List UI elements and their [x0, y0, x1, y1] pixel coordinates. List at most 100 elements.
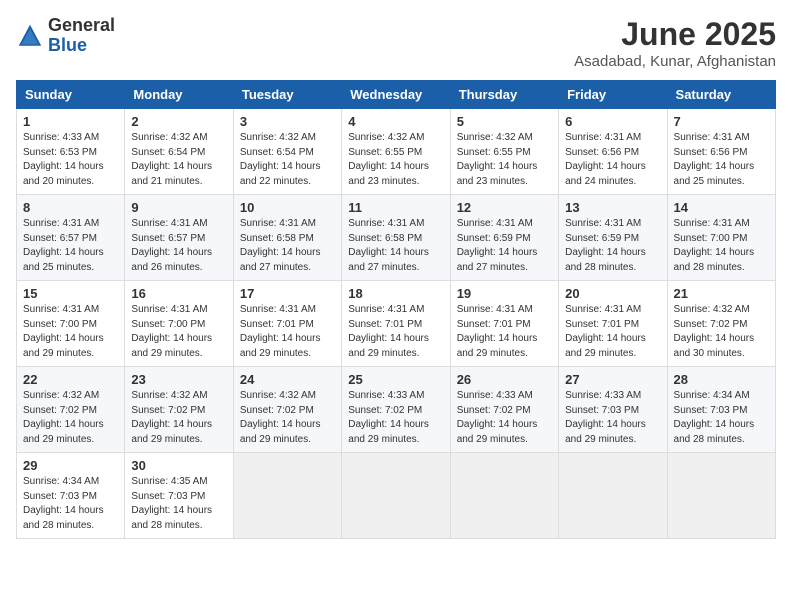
calendar-cell: 20Sunrise: 4:31 AMSunset: 7:01 PMDayligh…: [559, 281, 667, 367]
day-number: 21: [674, 286, 769, 301]
day-info: Sunrise: 4:33 AMSunset: 6:53 PMDaylight:…: [23, 131, 118, 189]
calendar-header-row: SundayMondayTuesdayWednesdayThursdayFrid…: [17, 81, 776, 109]
day-number: 8: [23, 200, 118, 215]
calendar-cell: 10 Sunrise: 4:31 AMSunset: 6:58 PMDayligh…: [233, 195, 341, 281]
calendar-cell: 24Sunrise: 4:32 AMSunset: 7:02 PMDayligh…: [233, 367, 341, 453]
calendar-table: SundayMondayTuesdayWednesdayThursdayFrid…: [16, 80, 776, 539]
calendar-cell: 4 Sunrise: 4:32 AMSunset: 6:55 PMDaylight…: [342, 109, 450, 195]
day-number: 18: [348, 286, 443, 301]
day-info: Sunrise: 4:31 AMSunset: 6:59 PMDaylight:…: [565, 217, 660, 275]
calendar-cell: 23 Sunrise: 4:32 AMSunset: 7:02 PMDayligh…: [125, 367, 233, 453]
calendar-cell: 14 Sunrise: 4:31 AMSunset: 7:00 PMDayligh…: [667, 195, 775, 281]
day-number: 23: [131, 372, 226, 387]
logo-icon: [16, 22, 44, 50]
day-info: Sunrise: 4:31 AMSunset: 6:56 PMDaylight:…: [565, 131, 660, 189]
calendar-cell: 13 Sunrise: 4:31 AMSunset: 6:59 PMDayligh…: [559, 195, 667, 281]
day-number: 3: [240, 114, 335, 129]
day-number: 27: [565, 372, 660, 387]
day-info: Sunrise: 4:31 AMSunset: 7:00 PMDaylight:…: [674, 217, 769, 275]
day-info: Sunrise: 4:31 AMSunset: 6:57 PMDaylight:…: [131, 217, 226, 275]
day-info: Sunrise: 4:34 AMSunset: 7:03 PMDaylight:…: [674, 389, 769, 447]
day-info: Sunrise: 4:31 AMSunset: 7:01 PMDaylight:…: [565, 303, 660, 361]
header-wednesday: Wednesday: [342, 81, 450, 109]
calendar-week-row: 8 Sunrise: 4:31 AMSunset: 6:57 PMDaylight…: [17, 195, 776, 281]
calendar-cell: 6 Sunrise: 4:31 AMSunset: 6:56 PMDaylight…: [559, 109, 667, 195]
day-info: Sunrise: 4:32 AMSunset: 7:02 PMDaylight:…: [674, 303, 769, 361]
day-number: 15: [23, 286, 118, 301]
day-number: 29: [23, 458, 118, 473]
day-number: 14: [674, 200, 769, 215]
page-header: General Blue June 2025 Asadabad, Kunar, …: [16, 16, 776, 70]
day-info: Sunrise: 4:31 AMSunset: 7:00 PMDaylight:…: [131, 303, 226, 361]
day-info: Sunrise: 4:31 AMSunset: 6:58 PMDaylight:…: [348, 217, 443, 275]
day-info: Sunrise: 4:31 AMSunset: 6:58 PMDaylight:…: [240, 217, 335, 275]
calendar-cell: 3 Sunrise: 4:32 AMSunset: 6:54 PMDaylight…: [233, 109, 341, 195]
day-number: 28: [674, 372, 769, 387]
day-number: 5: [457, 114, 552, 129]
title-block: June 2025 Asadabad, Kunar, Afghanistan: [574, 16, 776, 70]
calendar-cell: 2 Sunrise: 4:32 AMSunset: 6:54 PMDaylight…: [125, 109, 233, 195]
day-number: 10: [240, 200, 335, 215]
day-number: 26: [457, 372, 552, 387]
day-info: Sunrise: 4:32 AMSunset: 7:02 PMDaylight:…: [131, 389, 226, 447]
day-info: Sunrise: 4:33 AMSunset: 7:03 PMDaylight:…: [565, 389, 660, 447]
day-number: 6: [565, 114, 660, 129]
calendar-cell: 30 Sunrise: 4:35 AMSunset: 7:03 PMDayligh…: [125, 453, 233, 539]
day-number: 30: [131, 458, 226, 473]
calendar-cell: 27 Sunrise: 4:33 AMSunset: 7:03 PMDayligh…: [559, 367, 667, 453]
day-info: Sunrise: 4:31 AMSunset: 7:00 PMDaylight:…: [23, 303, 118, 361]
calendar-cell: 19 Sunrise: 4:31 AMSunset: 7:01 PMDayligh…: [450, 281, 558, 367]
day-number: 12: [457, 200, 552, 215]
header-thursday: Thursday: [450, 81, 558, 109]
calendar-cell: 7Sunrise: 4:31 AMSunset: 6:56 PMDaylight…: [667, 109, 775, 195]
logo-blue-text: Blue: [48, 36, 115, 56]
calendar-cell: 11 Sunrise: 4:31 AMSunset: 6:58 PMDayligh…: [342, 195, 450, 281]
calendar-cell: 9 Sunrise: 4:31 AMSunset: 6:57 PMDaylight…: [125, 195, 233, 281]
day-number: 2: [131, 114, 226, 129]
day-info: Sunrise: 4:32 AMSunset: 6:54 PMDaylight:…: [131, 131, 226, 189]
calendar-week-row: 15 Sunrise: 4:31 AMSunset: 7:00 PMDayligh…: [17, 281, 776, 367]
header-tuesday: Tuesday: [233, 81, 341, 109]
location-subtitle: Asadabad, Kunar, Afghanistan: [574, 53, 776, 70]
calendar-cell: 28 Sunrise: 4:34 AMSunset: 7:03 PMDayligh…: [667, 367, 775, 453]
calendar-cell: 8 Sunrise: 4:31 AMSunset: 6:57 PMDaylight…: [17, 195, 125, 281]
calendar-cell: 26 Sunrise: 4:33 AMSunset: 7:02 PMDayligh…: [450, 367, 558, 453]
day-info: Sunrise: 4:35 AMSunset: 7:03 PMDaylight:…: [131, 475, 226, 533]
day-info: Sunrise: 4:31 AMSunset: 6:57 PMDaylight:…: [23, 217, 118, 275]
header-saturday: Saturday: [667, 81, 775, 109]
day-number: 4: [348, 114, 443, 129]
day-info: Sunrise: 4:33 AMSunset: 7:02 PMDaylight:…: [457, 389, 552, 447]
calendar-week-row: 22 Sunrise: 4:32 AMSunset: 7:02 PMDayligh…: [17, 367, 776, 453]
calendar-cell: 22 Sunrise: 4:32 AMSunset: 7:02 PMDayligh…: [17, 367, 125, 453]
day-info: Sunrise: 4:31 AMSunset: 7:01 PMDaylight:…: [457, 303, 552, 361]
day-number: 22: [23, 372, 118, 387]
day-info: Sunrise: 4:33 AMSunset: 7:02 PMDaylight:…: [348, 389, 443, 447]
calendar-cell: 15 Sunrise: 4:31 AMSunset: 7:00 PMDayligh…: [17, 281, 125, 367]
calendar-cell: 21 Sunrise: 4:32 AMSunset: 7:02 PMDayligh…: [667, 281, 775, 367]
calendar-week-row: 29 Sunrise: 4:34 AMSunset: 7:03 PMDayligh…: [17, 453, 776, 539]
calendar-cell: 18 Sunrise: 4:31 AMSunset: 7:01 PMDayligh…: [342, 281, 450, 367]
day-number: 25: [348, 372, 443, 387]
day-info: Sunrise: 4:32 AMSunset: 6:54 PMDaylight:…: [240, 131, 335, 189]
calendar-cell: 17 Sunrise: 4:31 AMSunset: 7:01 PMDayligh…: [233, 281, 341, 367]
calendar-cell: 5Sunrise: 4:32 AMSunset: 6:55 PMDaylight…: [450, 109, 558, 195]
calendar-cell: 12Sunrise: 4:31 AMSunset: 6:59 PMDayligh…: [450, 195, 558, 281]
header-sunday: Sunday: [17, 81, 125, 109]
day-number: 19: [457, 286, 552, 301]
day-number: 13: [565, 200, 660, 215]
day-info: Sunrise: 4:32 AMSunset: 7:02 PMDaylight:…: [23, 389, 118, 447]
day-info: Sunrise: 4:31 AMSunset: 7:01 PMDaylight:…: [348, 303, 443, 361]
day-number: 17: [240, 286, 335, 301]
month-year-title: June 2025: [574, 16, 776, 53]
day-number: 11: [348, 200, 443, 215]
day-number: 24: [240, 372, 335, 387]
day-info: Sunrise: 4:31 AMSunset: 7:01 PMDaylight:…: [240, 303, 335, 361]
day-number: 9: [131, 200, 226, 215]
calendar-cell: [342, 453, 450, 539]
day-info: Sunrise: 4:34 AMSunset: 7:03 PMDaylight:…: [23, 475, 118, 533]
day-info: Sunrise: 4:32 AMSunset: 6:55 PMDaylight:…: [348, 131, 443, 189]
calendar-cell: 25 Sunrise: 4:33 AMSunset: 7:02 PMDayligh…: [342, 367, 450, 453]
day-number: 1: [23, 114, 118, 129]
logo: General Blue: [16, 16, 115, 56]
calendar-cell: [450, 453, 558, 539]
